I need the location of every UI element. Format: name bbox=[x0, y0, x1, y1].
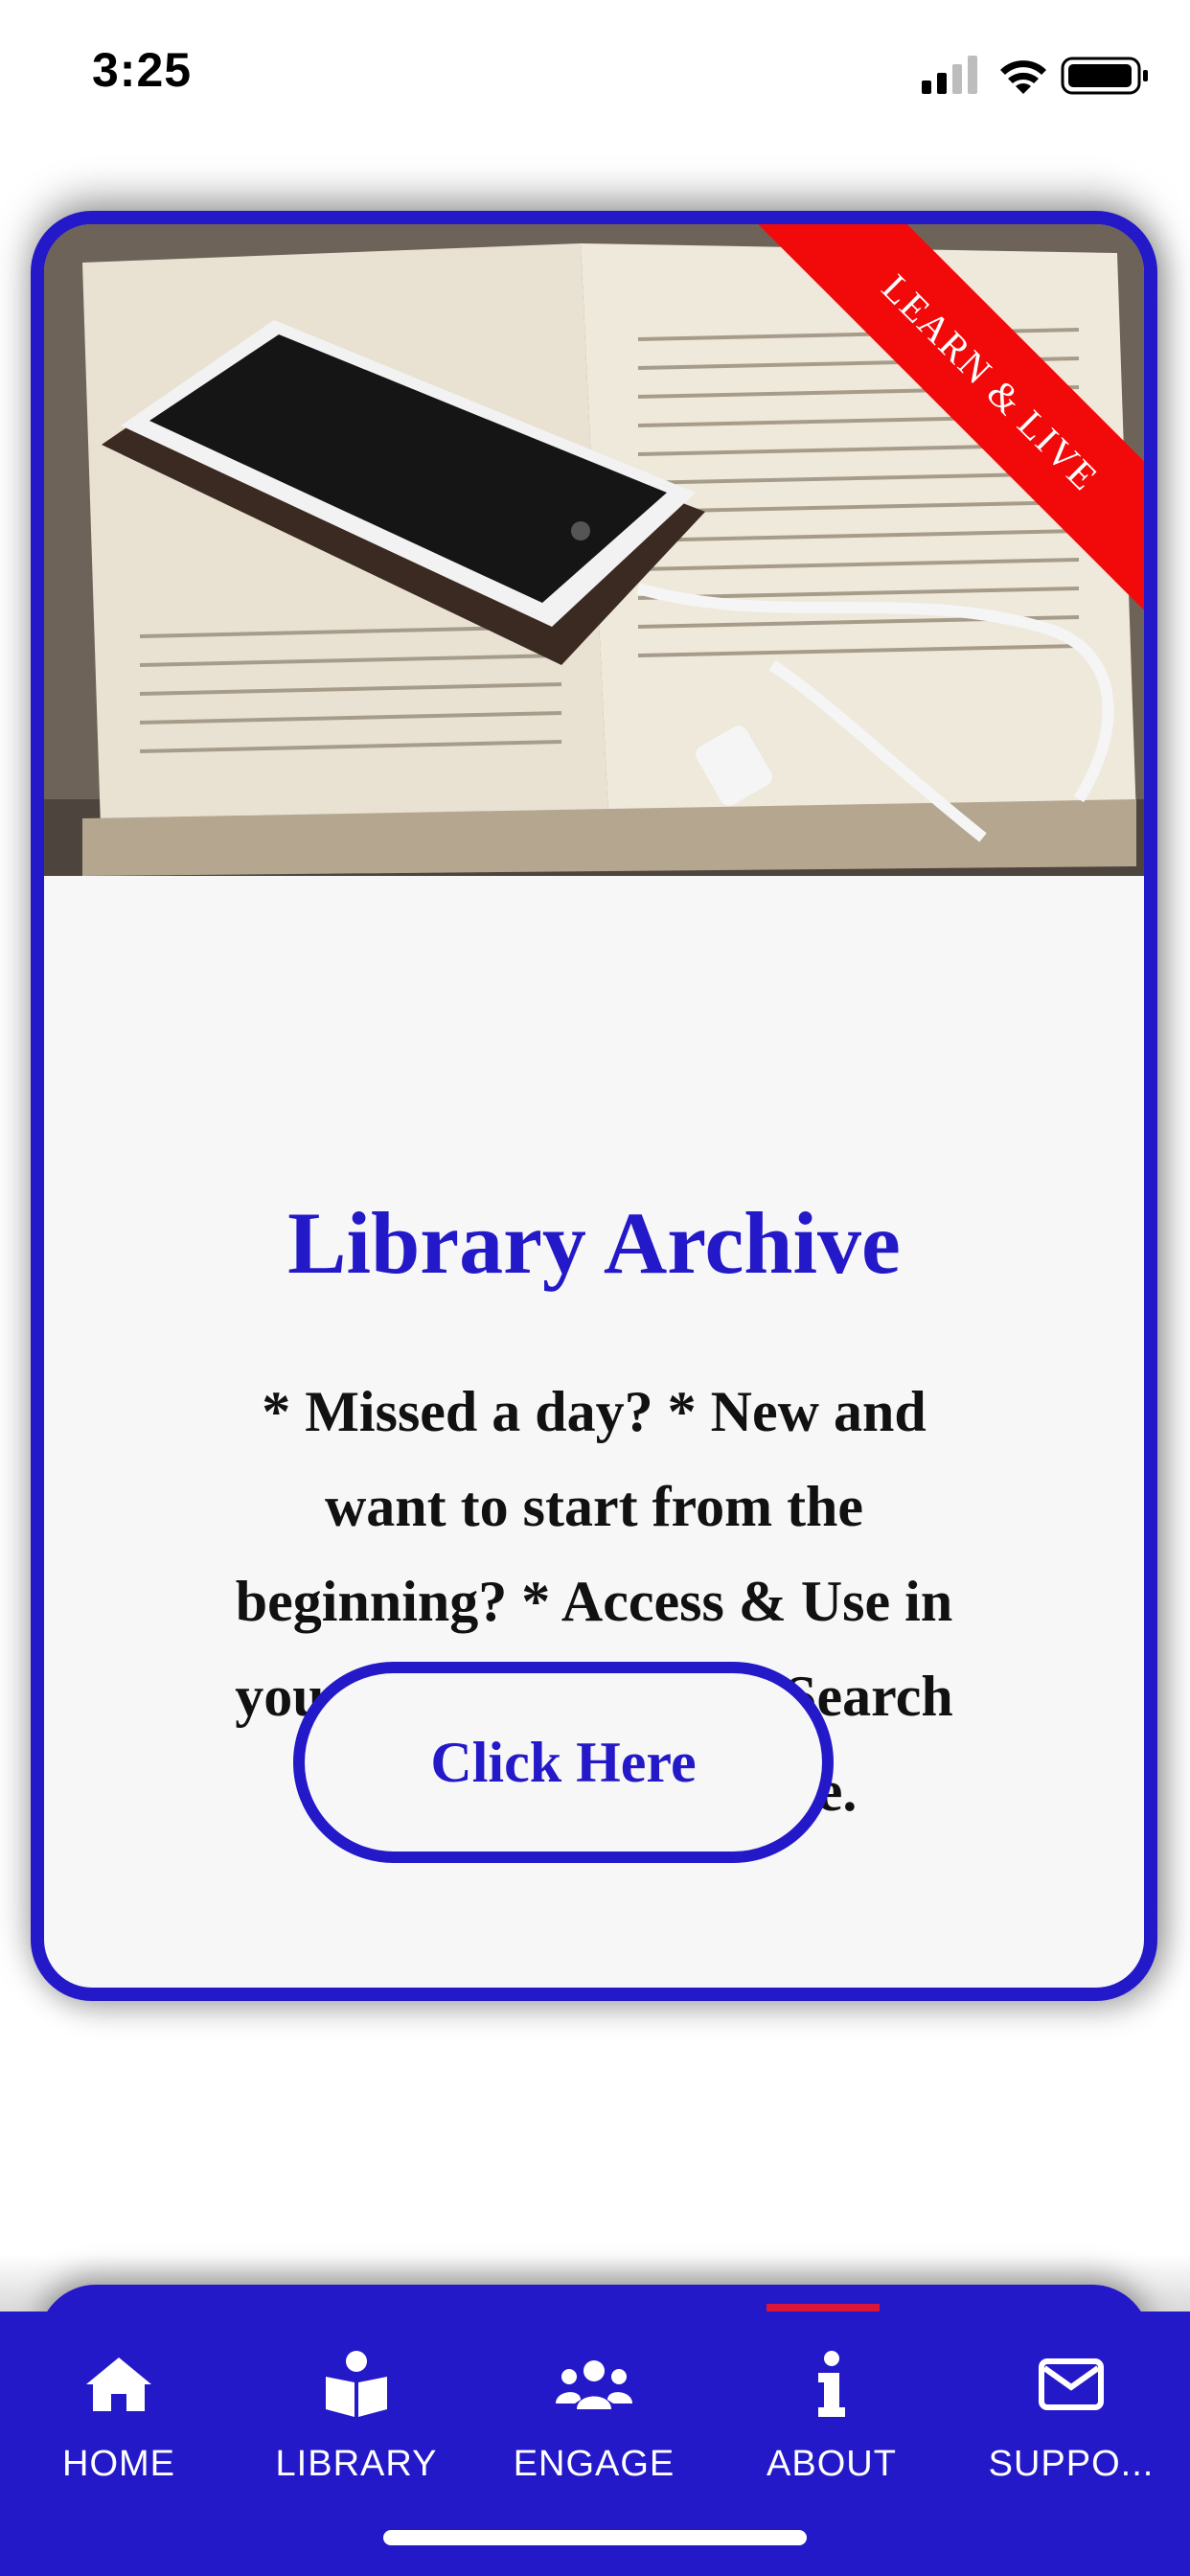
tab-support-label: SUPPO... bbox=[988, 2444, 1155, 2484]
book-reader-icon bbox=[318, 2346, 395, 2423]
screen: 3:25 LEARN & LIVE Library Archive * Miss… bbox=[0, 0, 1190, 2576]
tab-engage-label: ENGAGE bbox=[513, 2444, 675, 2484]
tab-engage[interactable]: ENGAGE bbox=[475, 2331, 713, 2522]
home-indicator[interactable] bbox=[383, 2530, 807, 2545]
tab-library[interactable]: LIBRARY bbox=[238, 2331, 475, 2522]
status-bar: 3:25 bbox=[0, 0, 1190, 144]
status-icons bbox=[922, 54, 1152, 96]
tab-about[interactable]: ABOUT bbox=[713, 2331, 950, 2522]
hero-image: LEARN & LIVE bbox=[44, 224, 1144, 876]
tab-library-label: LIBRARY bbox=[275, 2444, 438, 2484]
tab-home[interactable]: HOME bbox=[0, 2331, 238, 2522]
battery-icon bbox=[1061, 57, 1148, 95]
tab-support[interactable]: SUPPO... bbox=[952, 2331, 1190, 2522]
envelope-icon bbox=[1033, 2346, 1110, 2423]
tab-about-label: ABOUT bbox=[767, 2444, 897, 2484]
tab-home-label: HOME bbox=[62, 2444, 175, 2484]
cellular-signal-icon bbox=[922, 56, 977, 94]
info-icon bbox=[793, 2346, 870, 2423]
card-title: Library Archive bbox=[287, 1194, 901, 1292]
wifi-icon bbox=[1000, 60, 1046, 94]
home-icon bbox=[80, 2346, 157, 2423]
status-time: 3:25 bbox=[92, 43, 193, 97]
users-icon bbox=[556, 2346, 632, 2423]
click-here-button[interactable]: Click Here bbox=[293, 1662, 834, 1863]
